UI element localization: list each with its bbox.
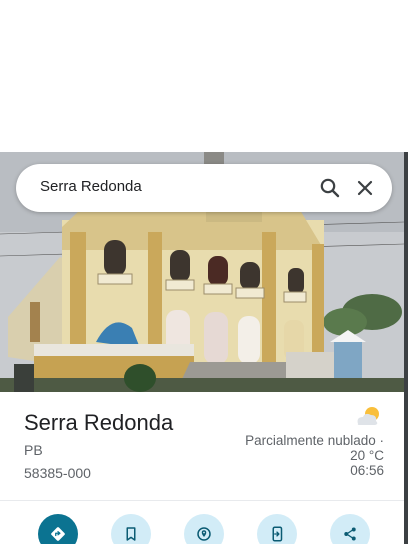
send-to-phone-icon: [272, 526, 283, 542]
directions-icon: [51, 527, 65, 541]
action-bar: [0, 514, 404, 544]
scrollbar[interactable]: [404, 152, 408, 544]
send-to-phone-button[interactable]: [257, 514, 297, 544]
place-postal-code: 58385-000: [24, 465, 91, 481]
divider: [0, 500, 404, 501]
bookmark-icon: [126, 527, 136, 541]
place-name: Serra Redonda: [24, 410, 174, 435]
nearby-icon: [197, 527, 211, 541]
share-button[interactable]: [330, 514, 370, 544]
weather-temperature: 20 °C: [350, 448, 384, 463]
weather-time: 06:56: [350, 463, 384, 478]
save-button[interactable]: [111, 514, 151, 544]
search-bar[interactable]: Serra Redonda: [16, 164, 392, 212]
share-icon: [344, 527, 356, 541]
weather-info: Parcialmente nublado · 20 °C 06:56: [204, 433, 384, 478]
search-input[interactable]: Serra Redonda: [40, 178, 142, 195]
close-icon[interactable]: [353, 176, 377, 200]
search-icon[interactable]: [318, 176, 342, 200]
weather-condition: Parcialmente nublado ·: [245, 433, 384, 448]
partly-cloudy-icon: [352, 404, 384, 428]
place-state: PB: [24, 442, 43, 458]
directions-button[interactable]: [38, 514, 78, 544]
nearby-button[interactable]: [184, 514, 224, 544]
